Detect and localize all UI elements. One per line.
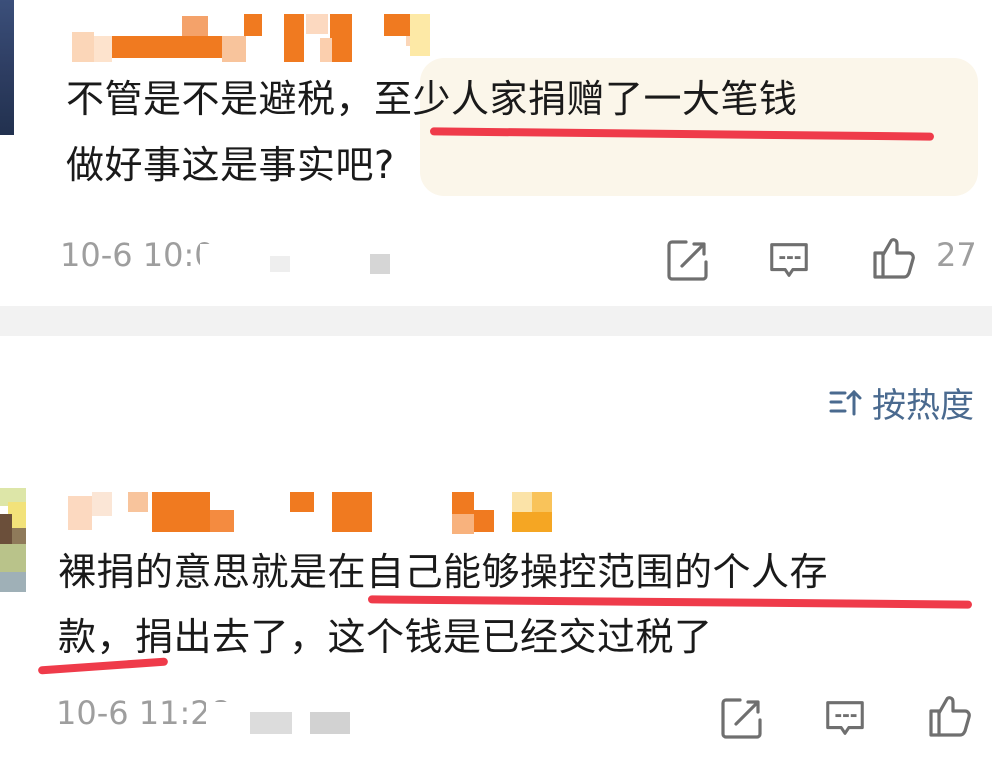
redaction-mosaic [370,254,390,274]
avatar[interactable] [0,488,26,608]
comment-icon[interactable] [766,236,812,284]
redaction-mosaic [306,14,328,34]
redaction-mosaic [452,514,474,534]
repost-icon[interactable] [718,694,766,742]
redaction-mosaic [128,492,148,512]
username-redacted[interactable] [68,490,558,536]
comment-text-line: 不管是不是避税，至少人家捐赠了一大笔钱 [66,77,798,121]
redaction-mosaic [206,702,246,738]
redaction-mosaic [512,512,552,532]
redaction-mosaic [68,496,92,530]
redaction-mosaic [320,38,332,62]
comment-timestamp: 10-6 10:0 [60,236,215,274]
redaction-mosaic [474,510,494,532]
redaction-mosaic [330,14,352,62]
comment-text-line: 做好事这是事实吧? [66,143,395,187]
redaction-mosaic [200,244,240,280]
sort-label: 按热度 [872,385,974,426]
sort-icon [828,384,864,420]
redaction-mosaic [250,712,292,734]
section-separator [0,306,992,336]
comment-timestamp: 10-6 11:28 [56,694,232,732]
redaction-mosaic [182,16,208,36]
redaction-mosaic [72,32,94,62]
redaction-mosaic [452,492,474,514]
redaction-mosaic [92,492,112,516]
redaction-mosaic [512,492,532,512]
redaction-mosaic [284,14,304,62]
sort-by-hot-button[interactable]: 按热度 [828,378,974,426]
redaction-mosaic [210,510,234,532]
comment-icon[interactable] [822,694,868,742]
redaction-mosaic [310,712,350,734]
redaction-mosaic [222,36,246,62]
redaction-mosaic [152,492,210,532]
redaction-mosaic [270,256,290,272]
redaction-mosaic [290,492,314,512]
like-count: 27 [936,236,977,274]
redaction-mosaic [410,14,430,56]
avatar[interactable] [0,0,14,135]
redaction-mosaic [94,36,112,62]
redaction-mosaic [332,492,372,532]
comment-feed: 不管是不是避税，至少人家捐赠了一大笔钱 做好事这是事实吧? 10-6 10:0 … [0,0,992,760]
redaction-mosaic [244,14,262,36]
thumbs-up-icon[interactable] [870,232,918,282]
comment-text-line: 裸捐的意思就是在自己能够操控范围的个人存 [58,550,829,594]
redaction-mosaic [532,492,552,512]
username-redacted[interactable] [72,14,432,62]
repost-icon[interactable] [664,236,712,284]
thumbs-up-icon[interactable] [926,690,974,740]
redaction-mosaic [112,36,222,58]
